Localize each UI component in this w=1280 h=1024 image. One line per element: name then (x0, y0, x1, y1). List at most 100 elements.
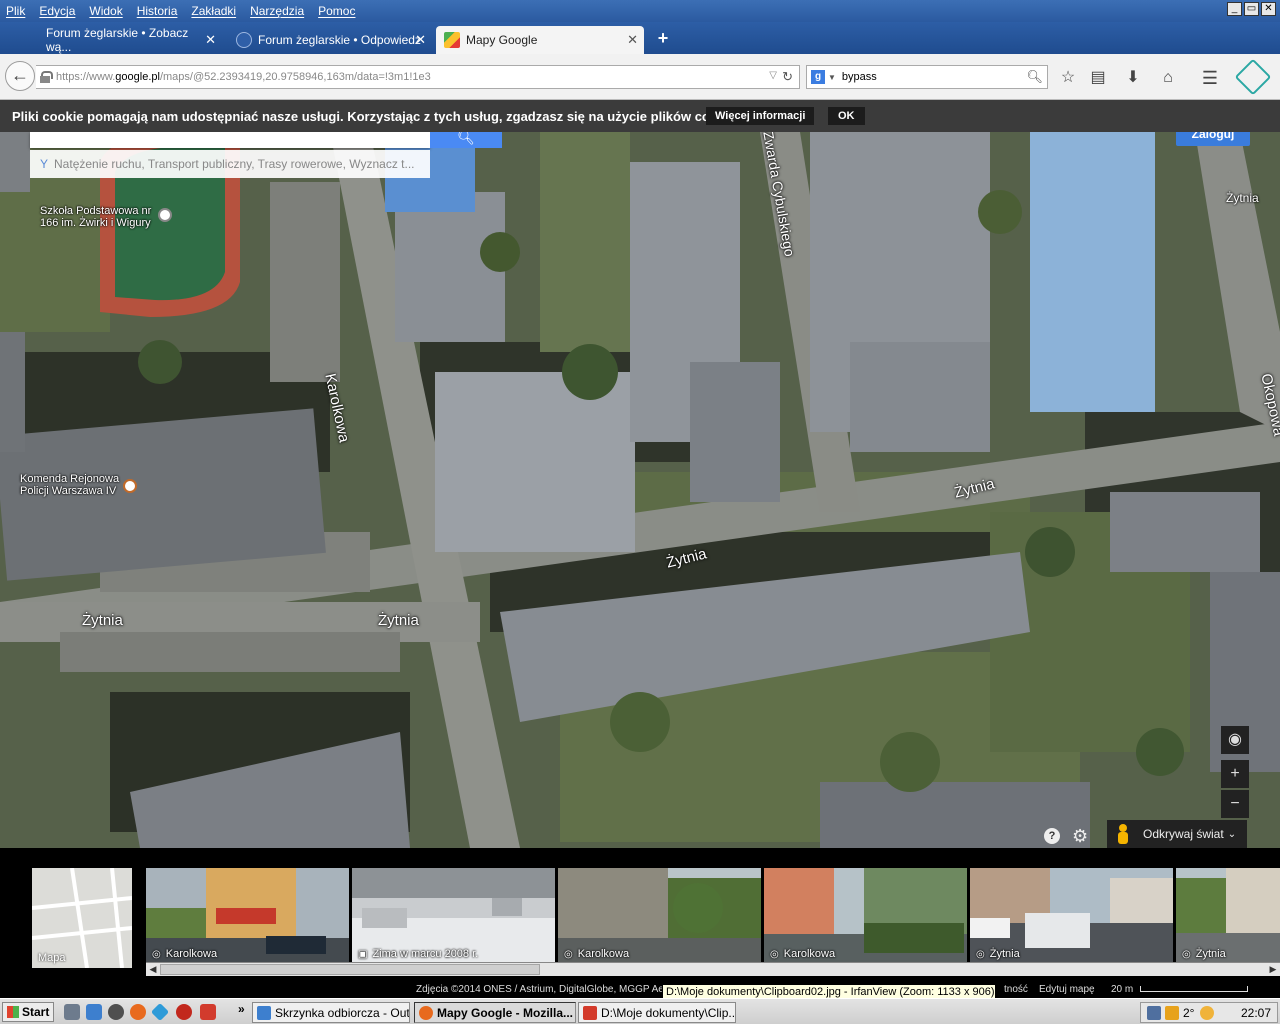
weather-icon[interactable] (1200, 1005, 1215, 1020)
zoom-out-button[interactable]: − (1221, 790, 1249, 818)
map-thumbnail[interactable]: Mapa (32, 868, 132, 968)
messenger-icon[interactable] (108, 1004, 124, 1020)
zoom-in-button[interactable]: + (1221, 760, 1249, 788)
clock[interactable]: 22:07 (1241, 1006, 1271, 1020)
url-path: /maps/@52.2393419,20.9758946,163m/data=!… (159, 71, 431, 83)
scrollbar-thumb[interactable] (160, 964, 540, 975)
satellite-map[interactable]: 🔍︎ Y Natężenie ruchu, Transport publiczn… (0, 132, 1280, 848)
cookie-notice: Pliki cookie pomagają nam udostępniać na… (0, 100, 1280, 132)
start-button[interactable]: Start (2, 1002, 54, 1022)
back-button[interactable]: ← (5, 61, 35, 91)
firefox-icon[interactable] (130, 1004, 146, 1020)
street-label-zytnia: Żytnia (82, 612, 123, 629)
forum-tab-icon (30, 32, 40, 48)
search-input[interactable] (30, 132, 430, 148)
poi-police-line2[interactable]: Policji Warszawa IV (20, 485, 116, 497)
network-icon[interactable] (1147, 1005, 1161, 1020)
menu-edycja[interactable]: Edycja (39, 4, 75, 18)
desktop-icon[interactable] (64, 1004, 80, 1020)
photo-caption: ◎ Karolkowa (770, 948, 835, 960)
layers-suggestions[interactable]: Y Natężenie ruchu, Transport publiczny, … (30, 150, 430, 178)
photo-thumbnail[interactable]: ▣ Zima w marcu 2008 r. (352, 868, 555, 962)
opera-icon[interactable] (200, 1004, 216, 1020)
school-marker-icon[interactable] (158, 208, 172, 222)
url-dropdown-icon[interactable]: ▽ (769, 70, 777, 81)
photo-caption-text: Karolkowa (783, 948, 836, 960)
my-location-button[interactable]: ◉ (1221, 726, 1249, 754)
taskbar-outlook[interactable]: Skrzynka odbiorcza - Out... (252, 1002, 410, 1023)
home-icon[interactable]: ⌂ (1158, 68, 1178, 88)
bug-icon[interactable] (176, 1004, 192, 1020)
reload-icon[interactable]: ↻ (782, 69, 793, 85)
close-tab-icon[interactable]: ✕ (627, 32, 638, 48)
scroll-left-icon[interactable]: ◀ (146, 963, 160, 976)
more-info-button[interactable]: Więcej informacji (706, 107, 815, 125)
minimize-button[interactable]: _ (1227, 2, 1242, 16)
menu-pomoc[interactable]: Pomoc (318, 4, 355, 18)
chevron-down-icon[interactable]: ▼ (828, 73, 836, 82)
search-icon[interactable]: 🔍︎ (1026, 69, 1043, 85)
map-thumbnail-label: Mapa (38, 952, 66, 964)
directions-icon: Y (40, 157, 49, 171)
pegman-icon[interactable] (1117, 824, 1129, 844)
tab-forum-zobacz[interactable]: Forum żeglarskie • Zobacz wą... ✕ (22, 26, 222, 54)
reading-list-icon[interactable]: ▤ (1088, 68, 1108, 88)
photo-thumbnail[interactable]: ◎ Karolkowa (146, 868, 349, 962)
menu-icon[interactable]: ☰ (1200, 68, 1220, 88)
addon-icon[interactable] (1234, 58, 1272, 96)
report-link[interactable]: tność (1004, 984, 1028, 995)
scale-label[interactable]: 20 m (1111, 984, 1133, 995)
photo-thumbnail[interactable]: ◎ Żytnia (1176, 868, 1280, 962)
poi-school-line1: Szkoła Podstawowa nr (40, 205, 152, 217)
gear-icon[interactable]: ⚙ (1072, 826, 1088, 847)
windows-logo-icon (7, 1006, 19, 1018)
photo-thumbnail[interactable]: ◎ Karolkowa (764, 868, 967, 962)
tab-forum-odpowiedz[interactable]: Forum żeglarskie • Odpowiedz ✕ (228, 26, 432, 54)
attribution-bar: Zdjęcia ©2014 ONES / Astrium, DigitalGlo… (0, 976, 1280, 998)
poi-school-line2[interactable]: 166 im. Żwirki i Wigury (40, 217, 151, 229)
close-tab-icon[interactable]: ✕ (205, 32, 216, 48)
outlook-icon[interactable] (86, 1004, 102, 1020)
close-window-button[interactable]: ✕ (1261, 2, 1276, 16)
menu-plik[interactable]: Plik (6, 4, 25, 18)
temperature-readout: 2° (1183, 1005, 1195, 1020)
scroll-right-icon[interactable]: ▶ (1266, 963, 1280, 976)
edit-map-link[interactable]: Edytuj mapę (1039, 984, 1095, 995)
maximize-button[interactable]: ▭ (1244, 2, 1259, 16)
photo-thumbnail[interactable]: ◎ Żytnia (970, 868, 1173, 962)
photo-thumbnail[interactable]: ◎ Karolkowa (558, 868, 761, 962)
task-label: Mapy Google - Mozilla... (437, 1005, 574, 1020)
task-label: D:\Moje dokumenty\Clip... (601, 1005, 736, 1020)
photo-strip-scrollbar[interactable]: ◀ ▶ (146, 962, 1280, 976)
street-label-zytnia: Żytnia (1226, 191, 1259, 205)
tab-label: Mapy Google (466, 33, 538, 47)
menu-historia[interactable]: Historia (137, 4, 178, 18)
cookie-text: Pliki cookie pomagają nam udostępniać na… (12, 108, 740, 124)
search-bar[interactable]: g ▼ bypass 🔍︎ (806, 65, 1048, 89)
address-bar[interactable]: https://www. google.pl/maps/@52.2393419,2… (36, 65, 800, 89)
tab-mapy-google[interactable]: Mapy Google ✕ (436, 26, 644, 54)
explore-world-bar[interactable]: Odkrywaj świat ⌄ (1107, 820, 1247, 848)
help-icon[interactable]: ? (1044, 828, 1060, 844)
search-input[interactable]: bypass (842, 71, 877, 83)
taskbar-irfanview[interactable]: D:\Moje dokumenty\Clip... (578, 1002, 736, 1023)
antivirus-icon[interactable] (1165, 1005, 1179, 1020)
close-tab-icon[interactable]: ✕ (415, 32, 426, 48)
google-search-engine-icon[interactable]: g (811, 70, 825, 84)
star-icon[interactable]: ☆ (1058, 68, 1078, 88)
login-button[interactable]: Zaloguj (1176, 132, 1250, 146)
layers-hint-text: Natężenie ruchu, Transport publiczny, Tr… (54, 157, 415, 171)
taskbar: Start » Skrzynka odbiorcza - Out... Mapy… (0, 998, 1280, 1024)
chevron-down-icon[interactable]: ⌄ (1228, 829, 1236, 840)
menu-narzedzia[interactable]: Narzędzia (250, 4, 304, 18)
police-marker-icon[interactable] (123, 479, 137, 493)
app-icon[interactable] (150, 1002, 170, 1022)
search-button[interactable]: 🔍︎ (430, 132, 502, 148)
cookie-ok-button[interactable]: OK (828, 107, 865, 125)
menu-zakladki[interactable]: Zakładki (191, 4, 236, 18)
download-icon[interactable]: ⬇ (1123, 68, 1143, 88)
taskbar-firefox[interactable]: Mapy Google - Mozilla... (414, 1002, 576, 1023)
quick-launch-more[interactable]: » (238, 1002, 245, 1016)
new-tab-button[interactable]: + (652, 28, 674, 49)
menu-widok[interactable]: Widok (89, 4, 122, 18)
